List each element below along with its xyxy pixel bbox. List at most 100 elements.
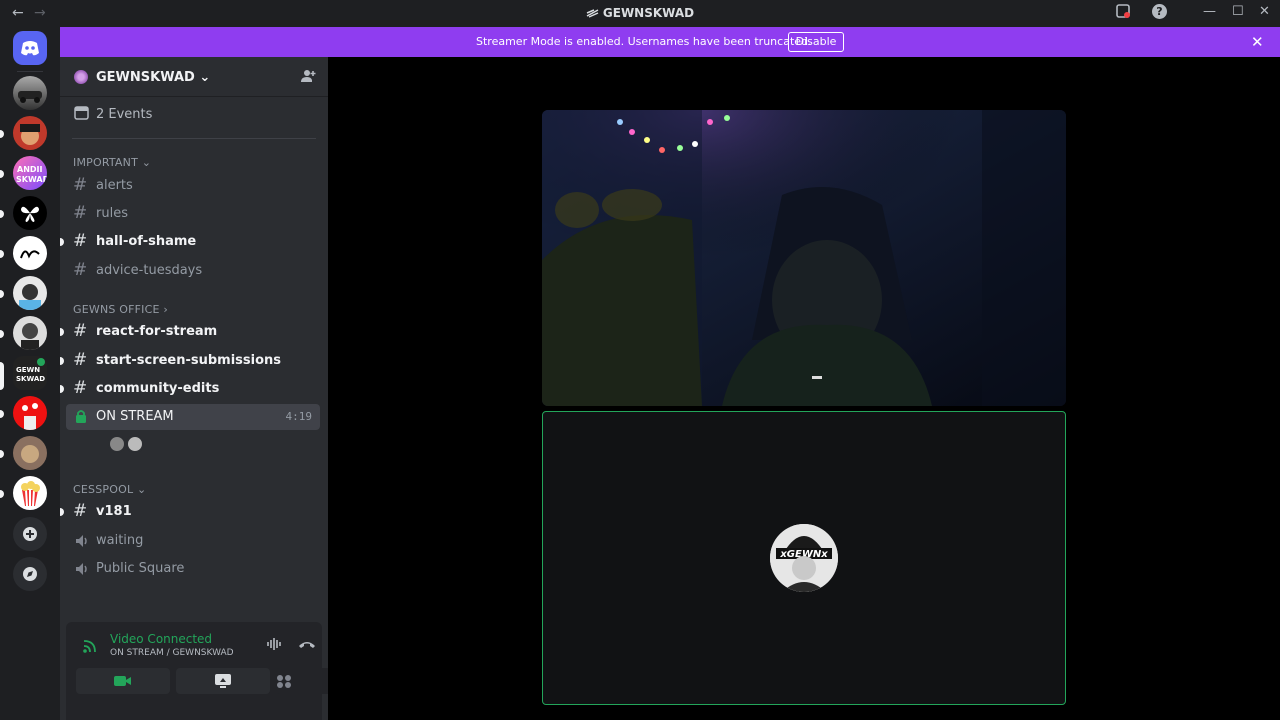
unread-indicator bbox=[60, 328, 64, 336]
maximize-icon[interactable]: ☐ bbox=[1232, 4, 1244, 19]
hash-icon: # bbox=[73, 350, 88, 370]
channel-start-screen-submissions[interactable]: # start-screen-submissions bbox=[60, 348, 320, 374]
hash-icon: # bbox=[73, 231, 88, 251]
noise-suppression-icon[interactable] bbox=[266, 637, 282, 651]
title-bar: ← → GEWNSKWAD ? — ☐ ✕ bbox=[0, 0, 1280, 27]
server-gewnskwad-icon[interactable]: GEWN SKWAD bbox=[13, 356, 47, 390]
channel-name: react-for-stream bbox=[96, 324, 218, 339]
inbox-icon[interactable] bbox=[1116, 4, 1131, 23]
screen-share-button[interactable] bbox=[176, 668, 270, 694]
channel-rules[interactable]: # rules bbox=[66, 201, 320, 227]
invite-people-icon[interactable] bbox=[300, 68, 316, 84]
lock-icon bbox=[76, 410, 86, 423]
hash-icon: # bbox=[73, 260, 88, 280]
channel-v181[interactable]: # v181 bbox=[60, 499, 320, 525]
camera-button[interactable] bbox=[76, 668, 170, 694]
speaker-icon bbox=[76, 563, 87, 575]
channel-sidebar: GEWNSKWAD ⌄ 2 Events IMPORTANT ⌄ # alerts… bbox=[60, 57, 370, 720]
unread-indicator bbox=[60, 508, 64, 516]
category-gewns-office[interactable]: GEWNS OFFICE › bbox=[73, 303, 168, 316]
server-script-icon[interactable] bbox=[13, 236, 47, 270]
voice-status-text[interactable]: Video Connected bbox=[110, 632, 212, 646]
streamer-mode-banner: Streamer Mode is enabled. Usernames have… bbox=[60, 27, 1280, 57]
chevron-down-icon: ⌄ bbox=[136, 483, 147, 496]
disable-streamer-button[interactable]: Disable bbox=[788, 32, 844, 52]
close-window-icon[interactable]: ✕ bbox=[1259, 4, 1270, 19]
speaker-icon bbox=[76, 535, 87, 547]
category-important[interactable]: IMPORTANT ⌄ bbox=[73, 156, 151, 169]
voice-user-avatar[interactable] bbox=[108, 435, 126, 453]
server-popcorn-icon[interactable] bbox=[13, 476, 47, 510]
voice-channel-on-stream[interactable]: ON STREAM 4:19 bbox=[66, 404, 320, 430]
hash-icon: # bbox=[73, 203, 88, 223]
channel-alerts[interactable]: # alerts bbox=[66, 173, 320, 199]
screen-share-icon bbox=[215, 674, 231, 688]
scrollbar[interactable] bbox=[1269, 57, 1277, 720]
voice-status-panel: Video Connected ON STREAM / GEWNSKWAD bbox=[66, 622, 370, 720]
server-animal-icon[interactable] bbox=[13, 436, 47, 470]
hash-icon: # bbox=[73, 501, 88, 521]
window-title: GEWNSKWAD bbox=[0, 6, 1280, 20]
channel-name: ON STREAM bbox=[96, 409, 174, 424]
hash-icon: # bbox=[73, 378, 88, 398]
voice-user-avatar[interactable] bbox=[126, 435, 144, 453]
svg-text:GEWN: GEWN bbox=[16, 366, 40, 374]
server-portrait-icon[interactable] bbox=[13, 276, 47, 310]
hash-icon: # bbox=[73, 321, 88, 341]
webcam-feed-image bbox=[542, 110, 1066, 406]
server-butterfly-icon[interactable] bbox=[13, 196, 47, 230]
server-guide-icon bbox=[586, 9, 599, 18]
discord-home-icon[interactable] bbox=[13, 31, 47, 65]
server-character-icon[interactable] bbox=[13, 116, 47, 150]
voice-timer: 4:19 bbox=[285, 410, 313, 423]
help-icon[interactable]: ? bbox=[1152, 4, 1167, 19]
chevron-down-icon: ⌄ bbox=[141, 156, 152, 169]
add-server-icon[interactable] bbox=[13, 517, 47, 551]
unread-indicator bbox=[60, 357, 64, 365]
minimize-icon[interactable]: — bbox=[1203, 4, 1216, 19]
channel-community-edits[interactable]: # community-edits bbox=[60, 376, 320, 402]
channel-name: Public Square bbox=[96, 561, 185, 576]
events-link[interactable]: 2 Events bbox=[74, 105, 152, 124]
connection-signal-icon bbox=[83, 640, 96, 653]
voice-location-text[interactable]: ON STREAM / GEWNSKWAD bbox=[110, 648, 234, 658]
channel-name: hall-of-shame bbox=[96, 234, 197, 249]
banner-close-icon[interactable]: ✕ bbox=[1251, 33, 1264, 51]
discover-icon[interactable] bbox=[13, 557, 47, 591]
server-face-icon[interactable] bbox=[13, 316, 47, 350]
voice-channel-public-square[interactable]: Public Square bbox=[66, 556, 320, 582]
svg-text:SKWAD: SKWAD bbox=[16, 375, 45, 383]
server-mushroom-icon[interactable] bbox=[13, 396, 47, 430]
unread-indicator bbox=[60, 238, 64, 246]
webcam-video-tile[interactable] bbox=[542, 110, 1066, 406]
avatar-image: xGEWNx bbox=[770, 524, 838, 592]
guild-icon bbox=[74, 70, 88, 84]
guild-header[interactable]: GEWNSKWAD ⌄ bbox=[60, 57, 328, 97]
server-andii-icon[interactable]: ANDII SKWAD bbox=[13, 156, 47, 190]
channel-hall-of-shame[interactable]: # hall-of-shame bbox=[60, 229, 320, 255]
unread-indicator bbox=[60, 385, 64, 393]
svg-text:ANDII: ANDII bbox=[17, 165, 43, 174]
chevron-right-icon: › bbox=[163, 303, 168, 316]
disconnect-icon[interactable] bbox=[298, 638, 316, 650]
video-camera-icon bbox=[114, 676, 131, 686]
channel-react-for-stream[interactable]: # react-for-stream bbox=[60, 319, 320, 345]
channel-advice-tuesdays[interactable]: # advice-tuesdays bbox=[66, 258, 320, 284]
video-stage: xGEWNx bbox=[328, 57, 1280, 720]
svg-text:SKWAD: SKWAD bbox=[16, 175, 47, 184]
category-cesspool[interactable]: CESSPOOL ⌄ bbox=[73, 483, 146, 496]
channel-name: alerts bbox=[96, 178, 133, 193]
channel-name: community-edits bbox=[96, 381, 220, 396]
hash-icon: # bbox=[73, 175, 88, 195]
banner-text: Streamer Mode is enabled. Usernames have… bbox=[476, 35, 812, 48]
channel-name: advice-tuesdays bbox=[96, 263, 203, 278]
voice-channel-waiting[interactable]: waiting bbox=[66, 528, 320, 554]
server-rail: ANDII SKWAD GEWN SKWAD bbox=[0, 27, 60, 720]
channel-name: v181 bbox=[96, 504, 132, 519]
user-avatar[interactable]: xGEWNx bbox=[770, 524, 838, 592]
user-video-tile[interactable]: xGEWNx bbox=[542, 411, 1066, 705]
server-car-icon[interactable] bbox=[13, 76, 47, 110]
activities-rocket-icon bbox=[277, 675, 291, 688]
chevron-down-icon: ⌄ bbox=[199, 70, 211, 85]
channel-name: waiting bbox=[96, 533, 144, 548]
